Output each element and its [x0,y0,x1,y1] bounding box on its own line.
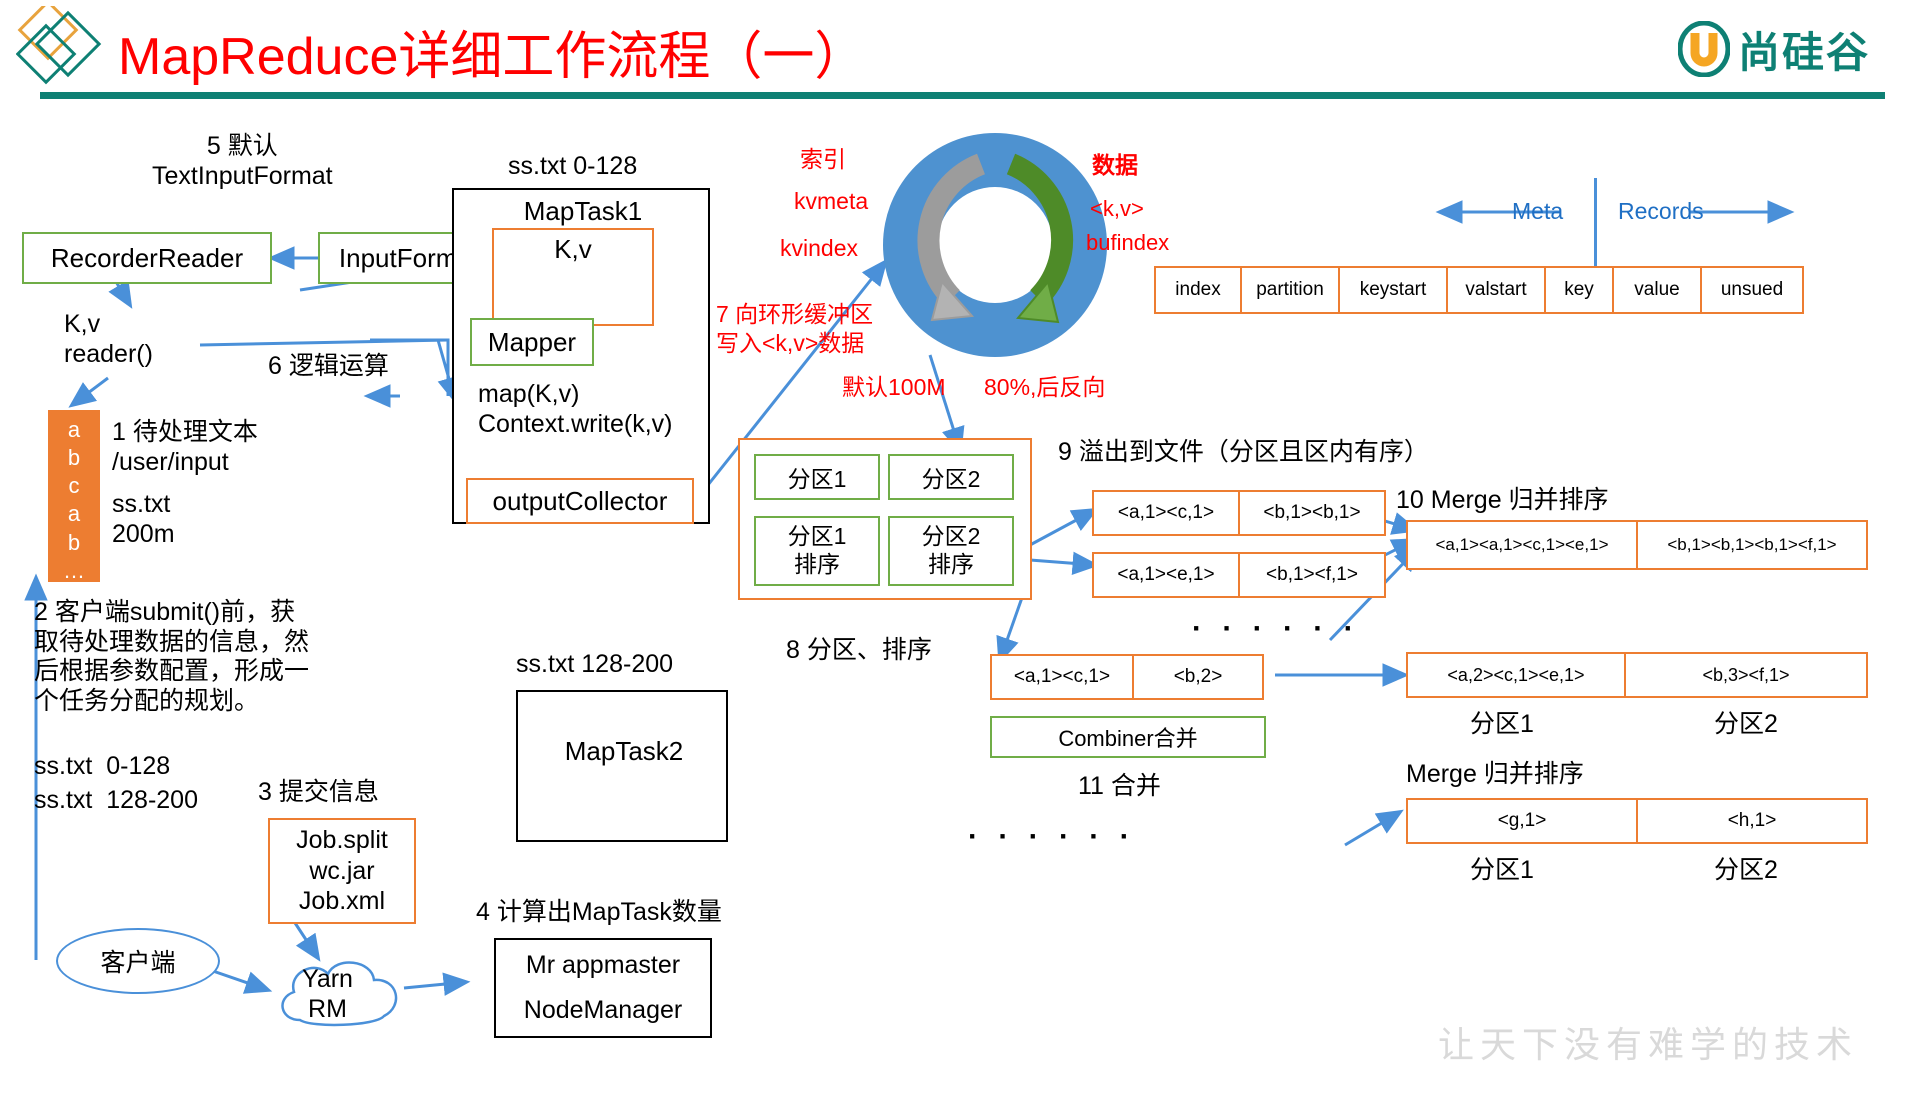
spill-cell[interactable]: <a,1><c,1> [1092,490,1240,536]
meta-table-cell[interactable]: key [1544,266,1614,314]
step10-label: 10 Merge 归并排序 [1396,486,1609,514]
client-node[interactable]: 客户端 [56,928,220,994]
meta-table-cell[interactable]: keystart [1338,266,1448,314]
partition1-sorted-label: 分区1 排序 [787,523,847,577]
partition1-bottom-label-a: 分区1 [1470,710,1534,738]
step2-label: 2 客户端submit()前，获 取待处理数据的信息，然 后根据参数配置，形成一… [34,598,310,715]
partition2-sorted-label: 分区2 排序 [921,523,981,577]
final-cell[interactable]: <g,1> [1406,798,1638,844]
step9-label: 9 溢出到文件（分区且区内有序） [1058,438,1429,466]
ring-kvindex-label: kvindex [780,235,858,261]
page-header: MapReduce详细工作流程（一） 尚硅谷 [0,0,1918,104]
recorder-reader-box[interactable]: RecorderReader [22,232,272,284]
mr-appmaster-label: Mr appmaster [525,951,681,979]
atguigu-u-icon [1677,21,1730,77]
meta-table-cell[interactable]: partition [1240,266,1340,314]
watermark-text: 让天下没有难学的技术 [1437,1025,1858,1066]
sstxt-128-200-label: ss.txt 128-200 [516,650,674,678]
sstxt-0-128-label: ss.txt 0-128 [508,152,638,180]
client-label: 客户端 [100,949,176,977]
combine-cell[interactable]: <a,1><c,1> [990,654,1134,700]
meta-table-cell[interactable]: valstart [1446,266,1546,314]
mapper-box[interactable]: Mapper [470,318,594,366]
partition1-bottom-label-b: 分区1 [1470,856,1534,884]
combined-cell[interactable]: <a,2><c,1><e,1> [1406,652,1626,698]
node-manager-label: NodeManager [523,996,683,1024]
meta-header-label: Meta [1512,198,1564,224]
meta-table-cell[interactable]: index [1154,266,1242,314]
spill-cell[interactable]: <b,1><b,1> [1238,490,1386,536]
kv-box[interactable]: K,v [492,228,654,326]
merge-sort-label: Merge 归并排序 [1406,760,1584,788]
circular-buffer-icon [883,133,1107,357]
maptask1-label: MapTask1 [523,196,643,226]
ring-data-label: 数据 [1092,152,1138,178]
output-collector-box[interactable]: outputCollector [466,478,694,524]
step6-label: 6 逻辑运算 [268,352,389,380]
merge-cell[interactable]: <b,1><b,1><b,1><f,1> [1636,520,1868,570]
final-output-row: <g,1> <h,1> [1406,798,1868,844]
job-split-text: Job.split wc.jar Job.xml [296,826,388,916]
step7-label: 7 向环形缓冲区 写入<k,v>数据 [716,301,874,356]
meta-table-cell[interactable]: value [1612,266,1702,314]
page-title: MapReduce详细工作流程（一） [118,28,867,86]
step11-label: 11 合并 [1078,772,1161,800]
step8-label: 8 分区、排序 [786,636,932,664]
partition2-box[interactable]: 分区2 [888,454,1014,500]
ring-kv-label: <k,v> [1090,196,1144,221]
step1-file-label: ss.txt 200m [112,490,175,548]
yarn-label: Yarn RM [302,965,353,1023]
step3-label: 3 提交信息 [258,778,379,806]
partition1-sorted-box[interactable]: 分区1 排序 [754,516,880,586]
combine-cell[interactable]: <b,2> [1132,654,1264,700]
map-calls-label: map(K,v) Context.write(k,v) [478,380,673,438]
ring-bufindex-label: bufindex [1086,230,1170,255]
partition-group-box: 分区1 分区2 分区1 排序 分区2 排序 [738,438,1032,600]
partition2-bottom-label-b: 分区2 [1714,856,1778,884]
combiner-box[interactable]: Combiner合并 [990,716,1266,758]
step4-label: 4 计算出MapTask数量 [476,898,722,926]
step1-label: 1 待处理文本 /user/input [112,418,258,476]
header-divider [40,92,1885,99]
input-text-block: a b c a b… [48,410,100,583]
step5-label: 5 默认 TextInputFormat [152,132,333,190]
spill-cell[interactable]: <a,1><e,1> [1092,552,1240,598]
maptask2-box[interactable]: MapTask2 [516,690,728,842]
decorative-diamonds-icon [16,6,102,85]
spill-cell[interactable]: <b,1><f,1> [1238,552,1386,598]
step2-split1-label: ss.txt 0-128 [34,752,171,780]
partition2-sorted-box[interactable]: 分区2 排序 [888,516,1014,586]
final-cell[interactable]: <h,1> [1636,798,1868,844]
brand-logo: 尚硅谷 [1677,20,1870,78]
ring-buffer [880,130,1110,360]
maptask2-label: MapTask2 [564,736,684,766]
merge-cell[interactable]: <a,1><a,1><c,1><e,1> [1406,520,1638,570]
dots-bottom: · · · · · · [968,820,1136,853]
default-100m-label: 默认100M [842,374,946,400]
combined-output-row: <a,2><c,1><e,1> <b,3><f,1> [1406,652,1868,698]
eighty-percent-label: 80%,后反向 [984,374,1106,400]
combine-row: <a,1><c,1> <b,2> [990,654,1264,700]
merge-row: <a,1><a,1><c,1><e,1> <b,1><b,1><b,1><f,1… [1406,520,1868,570]
meta-record-table: index partition keystart valstart key value un… [1154,266,1804,314]
step2-split2-label: ss.txt 128-200 [34,786,198,814]
yarn-cloud[interactable]: Yarn RM [272,950,410,1034]
spill-row-1: <a,1><c,1> <b,1><b,1> [1092,490,1386,536]
appmaster-box[interactable]: Mr appmaster NodeManager [494,938,712,1038]
partition1-box[interactable]: 分区1 [754,454,880,500]
combined-cell[interactable]: <b,3><f,1> [1624,652,1868,698]
ring-index-label: 索引 [800,146,846,172]
job-split-box[interactable]: Job.split wc.jar Job.xml [268,818,416,924]
spill-row-2: <a,1><e,1> <b,1><f,1> [1092,552,1386,598]
dots-middle: · · · · · · [1192,612,1360,645]
logo-text: 尚硅谷 [1737,27,1870,77]
records-header-label: Records [1618,198,1704,224]
kv-reader-label: K,v reader() [64,310,153,368]
partition2-bottom-label-a: 分区2 [1714,710,1778,738]
ring-kvmeta-label: kvmeta [794,188,869,214]
meta-table-cell[interactable]: unsued [1700,266,1804,314]
